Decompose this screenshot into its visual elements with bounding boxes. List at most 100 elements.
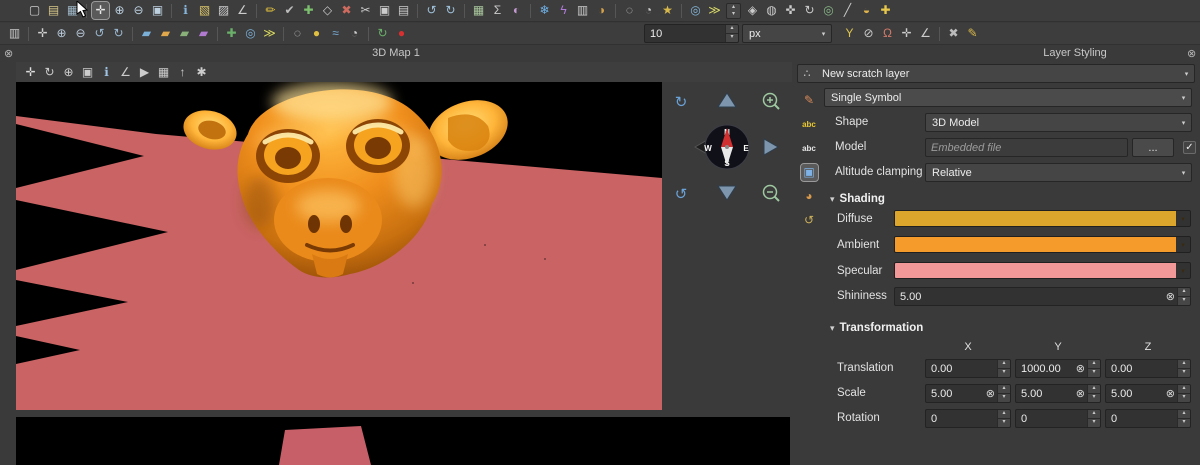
identify-3d-icon[interactable]: ℹ: [98, 64, 115, 81]
topology-checker-icon[interactable]: ◍: [763, 2, 780, 19]
refresh-map-icon[interactable]: ↻: [374, 25, 391, 42]
merge-features-icon[interactable]: ◒: [858, 2, 875, 19]
chevron-down-icon[interactable]: ▾: [1176, 263, 1190, 278]
tilt-up-button[interactable]: ↻: [675, 94, 688, 111]
zoom-full-icon[interactable]: ▣: [149, 2, 166, 19]
options-3d-icon[interactable]: ✱: [193, 64, 210, 81]
paste-features-icon[interactable]: ▤: [395, 2, 412, 19]
deselect-icon[interactable]: ▨: [215, 2, 232, 19]
collapse-arrow-icon[interactable]: ▾: [830, 323, 835, 334]
move-down-button[interactable]: [718, 186, 736, 200]
flash-geometry-icon[interactable]: ϟ: [555, 2, 572, 19]
animations-icon[interactable]: ▶: [136, 64, 153, 81]
avoid-intersections-icon[interactable]: ⊘: [860, 25, 877, 42]
spinner-buttons[interactable]: ▴▾: [997, 385, 1010, 402]
tab-history[interactable]: ↺: [801, 212, 818, 229]
spinner-buttons[interactable]: ▴▾: [1177, 385, 1190, 402]
project-open-icon[interactable]: ▤: [45, 2, 62, 19]
spinner-buttons[interactable]: ▴▾: [1087, 360, 1100, 377]
attribute-table-icon[interactable]: ▦: [470, 2, 487, 19]
spin-down-icon[interactable]: ▾: [1178, 368, 1190, 377]
spin-up-icon[interactable]: ▴: [1088, 410, 1100, 418]
spin-up-icon[interactable]: ▴: [998, 410, 1010, 418]
spinner-buttons[interactable]: ▴▾: [1177, 360, 1190, 377]
add-feature-icon[interactable]: ✚: [300, 2, 317, 19]
style-manager-icon[interactable]: ◑: [593, 2, 610, 19]
tracing-icon[interactable]: Y: [841, 25, 858, 42]
spin-down-icon[interactable]: ▾: [1088, 368, 1100, 377]
snapping-magnet-icon[interactable]: Ω: [879, 25, 896, 42]
layout-manager-icon[interactable]: ▥: [574, 2, 591, 19]
project-new-icon[interactable]: ▢: [26, 2, 43, 19]
tab-symbology[interactable]: ✎: [801, 92, 818, 109]
rotation-y-spinbox[interactable]: 0 ▴▾: [1015, 409, 1101, 428]
translation-x-spinbox[interactable]: 0.00 ▴▾: [925, 359, 1011, 378]
pan-tool-icon[interactable]: ✛: [34, 25, 51, 42]
spin-up-icon[interactable]: ▴: [1088, 360, 1100, 368]
diffuse-color-button[interactable]: ▾: [894, 210, 1191, 227]
add-layer-icon[interactable]: ✚: [877, 2, 894, 19]
copy-features-icon[interactable]: ▣: [376, 2, 393, 19]
field-calculator-icon[interactable]: Σ: [489, 2, 506, 19]
osm-place-search-icon[interactable]: ◌: [289, 25, 306, 42]
rotate-feature-icon[interactable]: ↻: [801, 2, 818, 19]
shininess-spinbox[interactable]: 5.00 ⊗ ▴▾: [894, 287, 1191, 306]
clear-value-icon[interactable]: ⊗: [1166, 387, 1177, 400]
spin-down-icon[interactable]: ▾: [1178, 393, 1190, 402]
cancel-icon[interactable]: ✖: [945, 25, 962, 42]
map-2d-canvas[interactable]: [16, 417, 790, 465]
spin-down-icon[interactable]: ▾: [1178, 296, 1190, 305]
vertex-tool-icon[interactable]: ◇: [319, 2, 336, 19]
specular-color-button[interactable]: ▾: [894, 262, 1191, 279]
close-styling-dock-icon[interactable]: ⊗: [1187, 47, 1196, 60]
temporal-control-icon[interactable]: ◔: [346, 25, 363, 42]
spinner-buttons[interactable]: ▴▾: [997, 410, 1010, 427]
python-console-icon[interactable]: ≫: [706, 2, 723, 19]
vertex-editor-icon[interactable]: ◈: [744, 2, 761, 19]
add-wfs-layer-icon[interactable]: ▰: [157, 25, 174, 42]
zoom-next-icon[interactable]: ↻: [110, 25, 127, 42]
annotation-icon[interactable]: ✎: [964, 25, 981, 42]
size-spinbox[interactable]: 10 ▴▾: [644, 24, 739, 43]
osm-search-icon[interactable]: ◌: [621, 2, 638, 19]
plugins-icon[interactable]: ◎: [687, 2, 704, 19]
layer-selector[interactable]: ∴ New scratch layer ▾: [797, 64, 1195, 83]
spinner-buttons[interactable]: ▴▾: [725, 25, 738, 42]
model-file-input[interactable]: [925, 138, 1128, 157]
spin-up-icon[interactable]: ▴: [1178, 410, 1190, 418]
shading-group-header[interactable]: ▾ Shading: [830, 191, 885, 207]
spin-down-icon[interactable]: ▾: [998, 393, 1010, 402]
add-ring-icon[interactable]: ◎: [820, 2, 837, 19]
spin-up-icon[interactable]: ▴: [998, 360, 1010, 368]
clear-value-icon[interactable]: ⊗: [986, 387, 997, 400]
spin-up-icon[interactable]: ▴: [1178, 288, 1190, 296]
renderer-combo[interactable]: Single Symbol ▾: [824, 88, 1192, 107]
spinner-buttons[interactable]: ▴▾: [1087, 385, 1100, 402]
spin-down-icon[interactable]: ▾: [727, 11, 740, 18]
ambient-color-button[interactable]: ▾: [894, 236, 1191, 253]
split-features-icon[interactable]: ╱: [839, 2, 856, 19]
model-browse-button[interactable]: ...: [1132, 138, 1174, 157]
manage-plugins-icon[interactable]: ◎: [242, 25, 259, 42]
construction-mode-icon[interactable]: ∠: [917, 25, 934, 42]
bookmark-icon[interactable]: ★: [659, 2, 676, 19]
layer-styling-icon[interactable]: ◐: [508, 2, 525, 19]
translation-y-spinbox[interactable]: 1000.00 ⊗ ▴▾: [1015, 359, 1101, 378]
tilt-down-button[interactable]: ↺: [675, 186, 688, 203]
spin-down-icon[interactable]: ▾: [998, 418, 1010, 427]
delete-selected-icon[interactable]: ✖: [338, 2, 355, 19]
tab-3d-view[interactable]: ▣: [801, 164, 818, 181]
spin-up-icon[interactable]: ▴: [1178, 385, 1190, 393]
altitude-clamping-combo[interactable]: Relative ▾: [925, 163, 1192, 182]
tab-diagrams[interactable]: ◕: [801, 188, 818, 205]
translation-z-spinbox[interactable]: 0.00 ▴▾: [1105, 359, 1191, 378]
cad-tools-icon[interactable]: ✛: [898, 25, 915, 42]
compass[interactable]: N S W E: [704, 125, 749, 169]
cut-features-icon[interactable]: ✂: [357, 2, 374, 19]
profile-tool-icon[interactable]: ≈: [327, 25, 344, 42]
scale-y-spinbox[interactable]: 5.00 ⊗ ▴▾: [1015, 384, 1101, 403]
spinner-buttons[interactable]: ▴▾: [997, 360, 1010, 377]
tab-labels[interactable]: abc: [801, 116, 818, 133]
transformation-group-header[interactable]: ▾ Transformation: [830, 320, 923, 336]
spin-down-icon[interactable]: ▾: [1088, 418, 1100, 427]
